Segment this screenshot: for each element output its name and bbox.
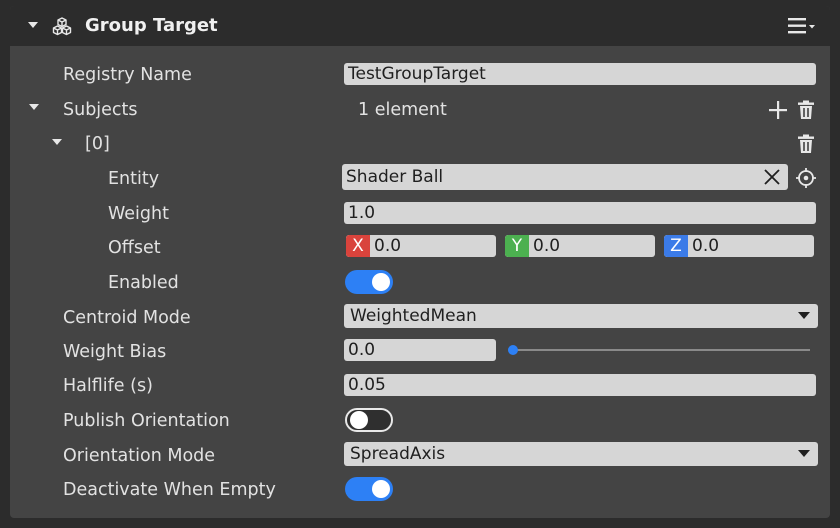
remove-element-trash-icon[interactable]: [796, 134, 816, 154]
subjects-label: Subjects: [63, 100, 138, 120]
collapse-triangle-icon[interactable]: [28, 22, 38, 28]
element-0-index-label: [0]: [85, 134, 110, 154]
offset-z-field[interactable]: Z 0.0: [664, 235, 814, 257]
clear-entity-x-icon[interactable]: [764, 169, 780, 185]
orientation-mode-label: Orientation Mode: [63, 446, 216, 466]
entity-label: Entity: [108, 169, 160, 189]
clear-all-trash-icon[interactable]: [796, 100, 816, 120]
orientation-mode-dropdown[interactable]: SpreadAxis: [344, 442, 818, 466]
element-0-collapse-icon[interactable]: [52, 139, 62, 145]
centroid-mode-label: Centroid Mode: [63, 308, 191, 328]
enabled-label: Enabled: [108, 273, 179, 293]
component-header[interactable]: Group Target: [10, 6, 830, 46]
publish-orientation-label: Publish Orientation: [63, 411, 230, 431]
halflife-label: Halflife (s): [63, 376, 153, 396]
weight-label: Weight: [108, 204, 169, 224]
offset-z-badge: Z: [664, 235, 688, 257]
offset-y-field[interactable]: Y 0.0: [505, 235, 655, 257]
cubes-icon: [52, 17, 72, 36]
publish-orientation-toggle-knob: [350, 411, 368, 429]
registry-name-input[interactable]: TestGroupTarget: [344, 63, 816, 85]
enabled-toggle[interactable]: [345, 270, 393, 294]
enabled-toggle-knob: [372, 273, 390, 291]
deactivate-when-empty-label: Deactivate When Empty: [63, 480, 276, 500]
orientation-mode-value: SpreadAxis: [350, 444, 446, 464]
component-panel: Group Target Registry Name TestGroupTarg…: [10, 6, 830, 518]
weight-bias-slider-handle[interactable]: [508, 345, 518, 355]
hamburger-menu-icon[interactable]: [786, 17, 820, 35]
deactivate-when-empty-toggle[interactable]: [345, 477, 393, 501]
chevron-down-icon: [798, 312, 810, 319]
subjects-count: 1 element: [358, 100, 447, 120]
offset-y-badge: Y: [505, 235, 529, 257]
offset-x-value: 0.0: [374, 236, 402, 256]
offset-x-badge: X: [346, 235, 370, 257]
offset-z-value: 0.0: [692, 236, 720, 256]
subjects-collapse-icon[interactable]: [29, 104, 39, 110]
weight-bias-input[interactable]: 0.0: [344, 339, 496, 361]
weight-bias-label: Weight Bias: [63, 342, 167, 362]
entity-picker-target-icon[interactable]: [795, 167, 817, 189]
registry-name-label: Registry Name: [63, 65, 192, 85]
weight-input[interactable]: 1.0: [344, 202, 816, 224]
halflife-input[interactable]: 0.05: [344, 374, 816, 396]
offset-y-value: 0.0: [533, 236, 561, 256]
offset-x-field[interactable]: X 0.0: [346, 235, 496, 257]
offset-label: Offset: [108, 238, 161, 258]
publish-orientation-toggle[interactable]: [345, 408, 393, 432]
component-title: Group Target: [85, 15, 218, 36]
weight-bias-slider-track[interactable]: [510, 349, 810, 351]
entity-value: Shader Ball: [346, 167, 444, 187]
centroid-mode-value: WeightedMean: [350, 306, 477, 326]
add-element-plus-icon[interactable]: [768, 100, 788, 120]
centroid-mode-dropdown[interactable]: WeightedMean: [344, 304, 818, 328]
entity-field[interactable]: Shader Ball: [342, 164, 788, 190]
deactivate-when-empty-toggle-knob: [372, 480, 390, 498]
chevron-down-icon: [798, 450, 810, 457]
